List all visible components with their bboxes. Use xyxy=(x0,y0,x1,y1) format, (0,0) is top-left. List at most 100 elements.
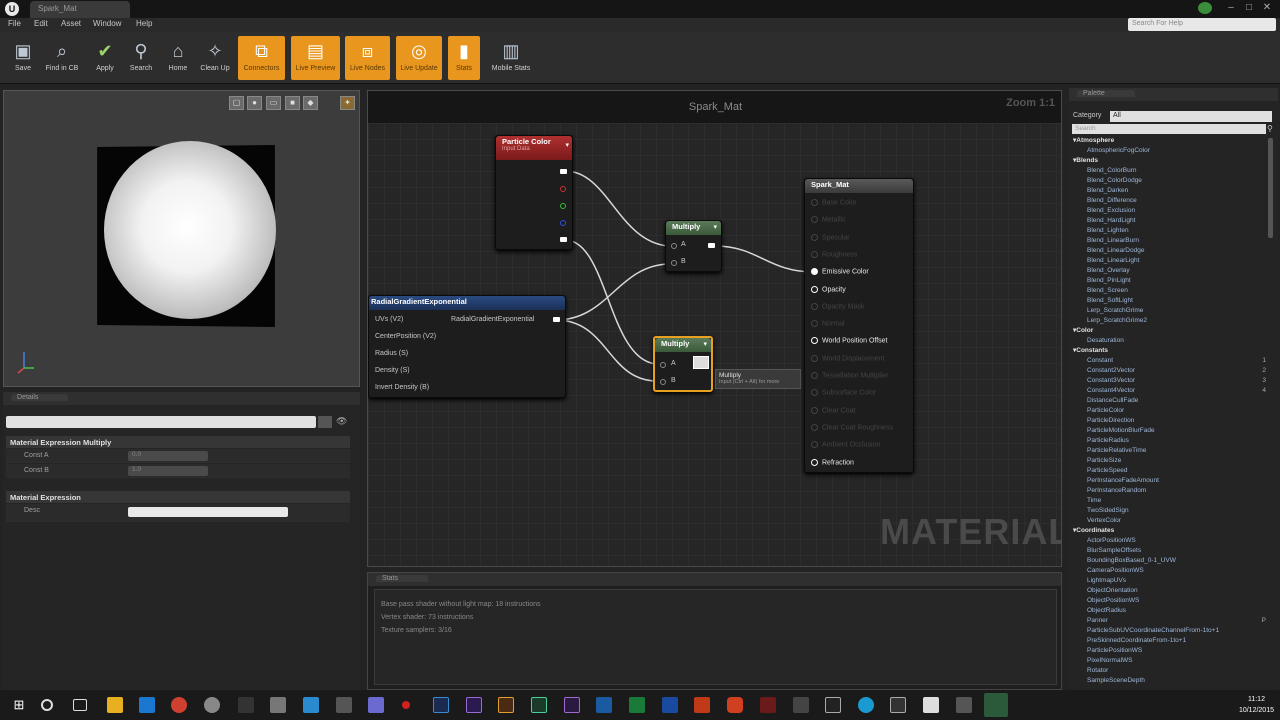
preview-viewport[interactable]: ▢ ● ▭ ■ ◆ ✦ xyxy=(3,90,360,387)
palette-item[interactable]: Constant2Vector 2 xyxy=(1073,366,1268,376)
palette-item[interactable]: CameraPositionWS xyxy=(1073,566,1268,576)
palette-item[interactable]: PerInstanceFadeAmount xyxy=(1073,476,1268,486)
palette-item[interactable]: Blend_ColorBurn xyxy=(1073,166,1268,176)
const-b-field[interactable]: 1.0 xyxy=(128,466,208,476)
palette-item[interactable]: ActorPositionWS xyxy=(1073,536,1268,546)
palette-item[interactable]: ParticleMotionBlurFade xyxy=(1073,426,1268,436)
palette-item[interactable]: Blend_Overlay xyxy=(1073,266,1268,276)
app-icon[interactable] xyxy=(336,697,352,713)
save-button[interactable]: ▣ Save xyxy=(1,36,45,80)
palette-item[interactable]: Blend_ColorDodge xyxy=(1073,176,1268,186)
b-output-pin[interactable] xyxy=(560,220,566,226)
live-update-button[interactable]: ◎ Live Update xyxy=(396,36,442,80)
eye-icon[interactable]: 👁 xyxy=(336,416,347,427)
after-effects-icon[interactable] xyxy=(564,697,580,713)
palette-item[interactable]: Time xyxy=(1073,496,1268,506)
palette-category[interactable]: ▾Atmosphere xyxy=(1073,136,1268,146)
close-icon[interactable]: ✕ xyxy=(1259,2,1275,14)
result-input-pin[interactable]: Metallic xyxy=(811,216,846,224)
multiply-1-output-pin[interactable] xyxy=(708,243,715,248)
find-in-cb-button[interactable]: ⌕ Find in CB xyxy=(40,36,84,80)
palette-item[interactable]: ObjectPositionWS xyxy=(1073,596,1268,606)
menu-edit[interactable]: Edit xyxy=(34,19,48,28)
material-graph[interactable]: Spark_Mat Zoom 1:1 MATERIAL Particle Col… xyxy=(367,90,1062,567)
menu-window[interactable]: Window xyxy=(93,19,121,28)
palette-item[interactable]: Constant3Vector 3 xyxy=(1073,376,1268,386)
a-output-pin[interactable] xyxy=(560,237,567,242)
windows-start-icon[interactable]: ⊞ xyxy=(11,697,27,713)
result-input-pin[interactable]: World Position Offset xyxy=(811,337,888,345)
viewport-cube-icon[interactable]: ■ xyxy=(285,96,300,110)
palette-item[interactable]: Blend_Screen xyxy=(1073,286,1268,296)
result-input-pin[interactable]: Ambient Occlusion xyxy=(811,441,880,449)
palette-item[interactable]: LightmapUVs xyxy=(1073,576,1268,586)
palette-item[interactable]: Lerp_ScratchGrime2 xyxy=(1073,316,1268,326)
palette-item[interactable]: Blend_Lighten xyxy=(1073,226,1268,236)
radial-output-pin[interactable] xyxy=(553,317,560,322)
palette-item[interactable]: Panner P xyxy=(1073,616,1268,626)
palette-category[interactable]: ▾Coordinates xyxy=(1073,526,1268,536)
const-a-field[interactable]: 0.0 xyxy=(128,451,208,461)
result-input-pin[interactable]: Opacity xyxy=(811,285,846,293)
result-input-pin[interactable]: Refraction xyxy=(811,458,854,466)
app-icon[interactable] xyxy=(238,697,254,713)
palette-item[interactable]: Blend_LinearLight xyxy=(1073,256,1268,266)
palette-item[interactable]: ParticleRelativeTime xyxy=(1073,446,1268,456)
app-icon[interactable] xyxy=(760,697,776,713)
maximize-icon[interactable]: □ xyxy=(1241,2,1257,14)
multiply-node-1[interactable]: Multiply ▾ A B xyxy=(665,220,722,272)
result-input-pin[interactable]: Roughness xyxy=(811,250,857,258)
palette-item[interactable]: Constant4Vector 4 xyxy=(1073,386,1268,396)
spark-mat-result-node[interactable]: Spark_Mat Base Color Metallic Specular Roug… xyxy=(804,178,914,473)
app-icon[interactable] xyxy=(270,697,286,713)
palette-item[interactable]: Blend_SoftLight xyxy=(1073,296,1268,306)
radius-input-pin[interactable]: Radius (S) xyxy=(375,350,408,357)
help-search-input[interactable]: Search For Help xyxy=(1128,18,1276,31)
stats-button[interactable]: ▮ Stats xyxy=(448,36,480,80)
palette-item[interactable]: Constant 1 xyxy=(1073,356,1268,366)
app-icon[interactable] xyxy=(923,697,939,713)
notification-icon[interactable] xyxy=(1198,2,1212,14)
collapse-arrow-icon[interactable]: ▾ xyxy=(713,223,717,231)
result-input-pin[interactable]: Clear Coat xyxy=(811,406,855,414)
app-icon[interactable] xyxy=(303,697,319,713)
edge-icon[interactable] xyxy=(139,697,155,713)
app-icon[interactable] xyxy=(727,697,743,713)
centerposition-input-pin[interactable]: CenterPosition (V2) xyxy=(375,333,436,340)
palette-item[interactable]: ObjectRadius xyxy=(1073,606,1268,616)
multiply-1-a-pin[interactable] xyxy=(671,243,677,249)
details-search-input[interactable] xyxy=(6,416,316,428)
file-explorer-icon[interactable] xyxy=(107,697,123,713)
palette-item[interactable]: ParticleSpeed xyxy=(1073,466,1268,476)
stats-tab[interactable]: Stats xyxy=(368,573,1061,586)
result-input-pin[interactable]: Normal xyxy=(811,320,845,327)
palette-search-input[interactable]: Search xyxy=(1072,124,1266,134)
app-icon[interactable] xyxy=(368,697,384,713)
result-input-pin[interactable]: Base Color xyxy=(811,199,857,206)
particle-color-node[interactable]: Particle Color Input Data ▾ xyxy=(495,135,573,250)
density-input-pin[interactable]: Density (S) xyxy=(375,367,410,374)
section-material-expression-multiply[interactable]: Material Expression Multiply xyxy=(6,436,350,448)
document-tab[interactable]: Spark_Mat xyxy=(30,1,130,18)
result-input-pin[interactable]: Clear Coat Roughness xyxy=(811,423,893,431)
unreal-taskbar-icon[interactable] xyxy=(984,693,1008,717)
palette-item[interactable]: ParticleRadius xyxy=(1073,436,1268,446)
palette-item[interactable]: ParticleSize xyxy=(1073,456,1268,466)
record-icon[interactable] xyxy=(402,701,410,709)
photoshop-icon[interactable] xyxy=(433,697,449,713)
details-tab[interactable]: Details xyxy=(3,392,360,405)
viewport-realtime-icon[interactable]: ✦ xyxy=(340,96,355,110)
palette-item[interactable]: Rotator xyxy=(1073,666,1268,676)
premiere-icon[interactable] xyxy=(466,697,482,713)
live-nodes-button[interactable]: ⧈ Live Nodes xyxy=(345,36,390,80)
menu-asset[interactable]: Asset xyxy=(61,19,81,28)
palette-item[interactable]: ParticlePositionWS xyxy=(1073,646,1268,656)
powerpoint-icon[interactable] xyxy=(694,697,710,713)
palette-item[interactable]: PixelNormalWS xyxy=(1073,656,1268,666)
multiply-2-b-pin[interactable] xyxy=(660,379,666,385)
palette-item[interactable]: ParticleDirection xyxy=(1073,416,1268,426)
rgb-output-pin[interactable] xyxy=(560,169,567,174)
radial-gradient-node[interactable]: RadialGradientExponential UVs (V2) Cente… xyxy=(368,295,566,398)
r-output-pin[interactable] xyxy=(560,186,566,192)
g-output-pin[interactable] xyxy=(560,203,566,209)
